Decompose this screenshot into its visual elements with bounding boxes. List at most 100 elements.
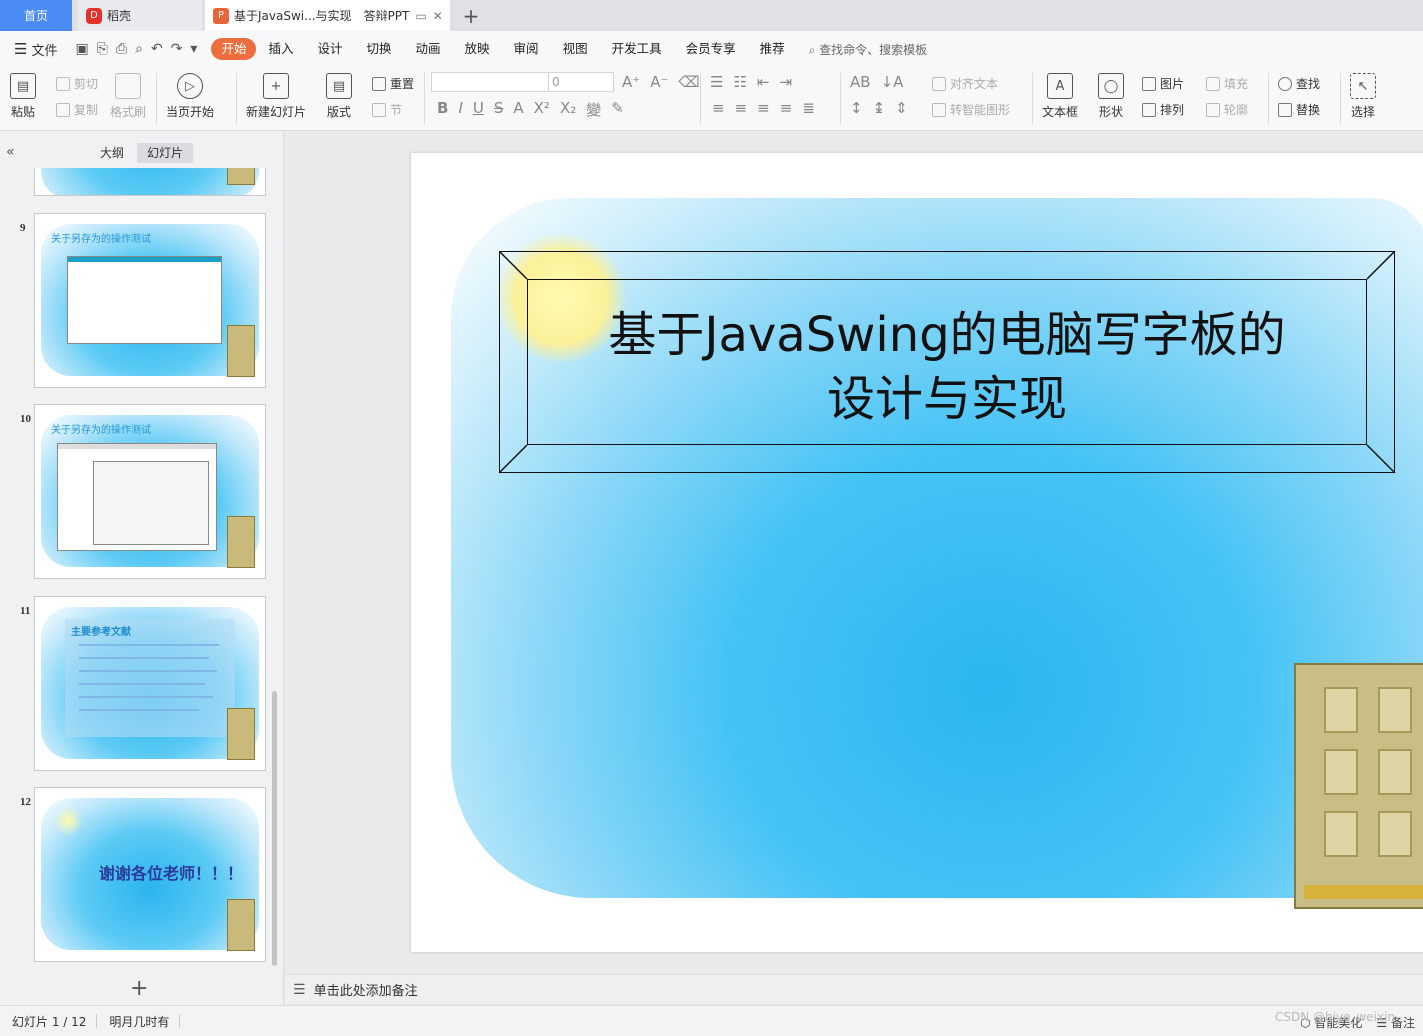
bullet-list-icon[interactable]: ☰: [710, 73, 723, 91]
tab-insert[interactable]: 插入: [256, 38, 305, 60]
print-icon[interactable]: ⎙: [116, 41, 127, 57]
slide-thumbnail-9[interactable]: 关于另存为的操作测试: [34, 213, 266, 388]
tab-current-file[interactable]: P 基于JavaSwi...与实现 答辩PPT ▭ ✕: [205, 0, 450, 31]
tab-outline[interactable]: 大纲: [90, 143, 134, 163]
save-icon[interactable]: ▣: [75, 41, 88, 57]
window-bar: [58, 444, 216, 449]
tab-member[interactable]: 会员专享: [674, 38, 748, 60]
separator: [700, 73, 701, 125]
reset-button[interactable]: 重置: [372, 75, 414, 92]
superscript-icon[interactable]: X²: [534, 99, 550, 120]
layout-button[interactable]: ▤ 版式: [326, 73, 352, 120]
tab-slides[interactable]: 幻灯片: [137, 143, 194, 163]
align-right-icon[interactable]: ≡: [757, 99, 770, 117]
increase-font-icon[interactable]: A⁺: [622, 73, 640, 91]
text-direction-controls: AB ↓A: [850, 73, 903, 91]
undo-icon[interactable]: ↶: [151, 41, 163, 57]
copy-label: 复制: [74, 103, 99, 117]
find-button[interactable]: 查找: [1278, 75, 1320, 92]
play-from-current-button[interactable]: ▷ 当页开始: [166, 73, 214, 120]
section-label: 节: [390, 103, 403, 117]
cut-button[interactable]: 剪切: [56, 75, 98, 92]
sort-icon[interactable]: ↓A: [881, 73, 904, 91]
monitor-icon[interactable]: ▭: [415, 9, 426, 23]
command-search[interactable]: ⌕ 查找命令、搜索模板: [809, 41, 928, 58]
replace-button[interactable]: 替换: [1278, 101, 1320, 118]
file-menu[interactable]: ☰ 文件: [14, 40, 57, 59]
align-center-icon[interactable]: ≡: [735, 99, 748, 117]
strikethrough-icon[interactable]: S: [494, 99, 504, 120]
panel-scrollbar[interactable]: [272, 691, 277, 966]
door-panel: [1378, 749, 1412, 795]
dialog-image: [93, 461, 209, 545]
distribute-icon[interactable]: ≣: [802, 99, 815, 117]
slide-thumbnail-10[interactable]: 关于另存为的操作测试: [34, 404, 266, 579]
picture-button[interactable]: 图片: [1142, 75, 1184, 92]
font-color-icon[interactable]: A: [513, 99, 523, 120]
tab-review[interactable]: 审阅: [502, 38, 551, 60]
textbox-button[interactable]: A 文本框: [1042, 73, 1078, 120]
tab-view[interactable]: 视图: [551, 38, 600, 60]
spacing-icon[interactable]: ⇕: [895, 99, 908, 117]
decrease-font-icon[interactable]: A⁻: [650, 73, 668, 91]
tab-home[interactable]: 首页: [0, 0, 72, 31]
highlight-icon[interactable]: ✎: [611, 99, 624, 120]
smart-shape-button[interactable]: 转智能图形: [932, 101, 1010, 118]
slide-thumbnail-11[interactable]: 主要参考文献: [34, 596, 266, 771]
shape-icon: ◯: [1098, 73, 1124, 99]
underline-icon[interactable]: U: [473, 99, 484, 120]
bold-icon[interactable]: B: [437, 99, 448, 120]
select-button[interactable]: ↖ 选择: [1350, 73, 1376, 120]
tab-slideshow[interactable]: 放映: [453, 38, 502, 60]
customize-icon[interactable]: ▾: [190, 41, 197, 57]
slide-thumbnail-8[interactable]: [34, 168, 266, 196]
redo-icon[interactable]: ↷: [171, 41, 183, 57]
tab-docer[interactable]: D 稻壳: [78, 0, 202, 31]
ribbon-tabs: 开始 插入 设计 切换 动画 放映 审阅 视图 开发工具 会员专享 推荐: [211, 38, 796, 60]
format-painter-button[interactable]: 格式刷: [110, 73, 146, 120]
tab-start[interactable]: 开始: [211, 38, 257, 60]
para-spacing-icon[interactable]: ↨: [873, 99, 886, 117]
clear-format-icon[interactable]: ⌫: [678, 73, 699, 91]
font-family-select[interactable]: [431, 72, 549, 92]
increase-indent-icon[interactable]: ⇥: [779, 73, 792, 91]
thumb-title: 关于另存为的操作测试: [51, 234, 151, 245]
align-left-icon[interactable]: ≡: [712, 99, 725, 117]
slide-title[interactable]: 基于JavaSwing的电脑写字板的 设计与实现: [527, 303, 1367, 431]
italic-icon[interactable]: I: [458, 99, 462, 120]
find-label: 查找: [1296, 77, 1321, 91]
new-tab-button[interactable]: +: [458, 0, 484, 31]
paste-button[interactable]: ▤ 粘贴: [10, 73, 36, 120]
tab-animation[interactable]: 动画: [404, 38, 453, 60]
line-spacing-icon[interactable]: ↕: [850, 99, 863, 117]
decrease-indent-icon[interactable]: ⇤: [757, 73, 770, 91]
align-text-button[interactable]: 对齐文本: [932, 75, 998, 92]
text-direction-icon[interactable]: AB: [850, 73, 871, 91]
outline-button[interactable]: 轮廓: [1206, 101, 1248, 118]
section-button[interactable]: 节: [372, 101, 402, 118]
arrange-button[interactable]: 排列: [1142, 101, 1184, 118]
collapse-panel-icon[interactable]: «: [6, 144, 15, 160]
copy-button[interactable]: 复制: [56, 101, 98, 118]
tab-transition[interactable]: 切换: [355, 38, 404, 60]
numbered-list-icon[interactable]: ☷: [733, 73, 746, 91]
preview-icon[interactable]: ⌕: [135, 41, 143, 57]
notes-pane[interactable]: ☰ 单击此处添加备注: [285, 974, 1423, 1004]
separator: [1032, 73, 1033, 125]
tab-design[interactable]: 设计: [305, 38, 354, 60]
slide-thumbnail-12[interactable]: 谢谢各位老师！！！: [34, 787, 266, 962]
tab-recommend[interactable]: 推荐: [748, 38, 797, 60]
shape-button[interactable]: ◯ 形状: [1098, 73, 1124, 120]
new-slide-button[interactable]: + 新建幻灯片: [246, 73, 306, 120]
close-tab-icon[interactable]: ✕: [433, 9, 443, 23]
export-icon[interactable]: ⎘: [97, 41, 108, 57]
tab-developer[interactable]: 开发工具: [600, 38, 674, 60]
current-slide[interactable]: 基于JavaSwing的电脑写字板的 设计与实现: [411, 153, 1423, 952]
justify-icon[interactable]: ≡: [780, 99, 793, 117]
fill-button[interactable]: 填充: [1206, 75, 1248, 92]
phonetic-icon[interactable]: 變: [586, 99, 601, 120]
font-size-select[interactable]: 0: [548, 72, 614, 92]
subscript-icon[interactable]: X₂: [560, 99, 576, 120]
separator: [179, 1014, 181, 1028]
add-slide-button[interactable]: +: [130, 976, 148, 1001]
